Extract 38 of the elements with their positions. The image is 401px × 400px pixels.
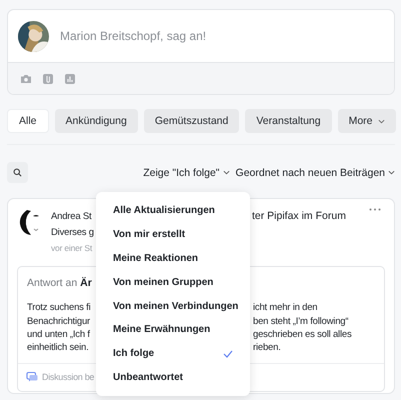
poll-icon[interactable] (64, 72, 76, 84)
filter-tab[interactable]: Alle (7, 109, 49, 133)
caret-icon (388, 170, 395, 175)
post-input-field[interactable]: Marion Breitschopf, sag an! (60, 29, 320, 43)
search-icon (13, 168, 22, 177)
sort-dropdown[interactable]: Geordnet nach neuen Beiträgen (236, 166, 395, 178)
menu-item[interactable]: Von mir erstellt (96, 222, 250, 247)
post-text: Benachrichtigur (27, 316, 90, 327)
filter-tab[interactable]: Veranstaltung (245, 109, 332, 133)
post-time: vor einer St (51, 243, 94, 253)
caret-icon (378, 118, 385, 124)
show-filter-dropdown[interactable]: Zeige "Ich folge" (143, 166, 230, 178)
menu-item[interactable]: Von meinen Verbindungen (96, 294, 250, 318)
post-text: und unten „Ich f (27, 328, 90, 340)
menu-item[interactable]: Ich folge (96, 342, 250, 366)
post-text: ben steht „I’m following“ (253, 316, 350, 327)
author-name: Andrea St (51, 210, 92, 222)
menu-item[interactable]: Von meinen Gruppen (96, 270, 250, 294)
menu-item[interactable]: Unbeantwortet (96, 366, 250, 390)
post-text: geschrieben es soll alles (253, 328, 353, 340)
post-text: einheitlich sein. (27, 342, 89, 354)
filter-tab[interactable]: Gemütszustand (144, 109, 240, 133)
menu-item[interactable]: Meine Erwähnungen (96, 318, 250, 342)
post-action-text: ter Pipifax im Forum (252, 210, 346, 222)
attachment-icon[interactable] (42, 72, 54, 84)
discussion-icon (26, 370, 38, 383)
menu-item[interactable]: Meine Reaktionen (96, 246, 250, 270)
group-name: Diverses g (51, 226, 95, 238)
filter-tab[interactable]: Ankündigung (54, 109, 138, 133)
post-text: rieben. (253, 342, 282, 354)
post-text: Trotz suchens fi (27, 302, 90, 314)
post-text: icht mehr in den (253, 302, 318, 314)
more-button[interactable]: More (338, 109, 396, 133)
menu-item[interactable]: Alle Aktualisierungen (96, 199, 250, 223)
reply-heading: Antwort an Är (27, 277, 93, 289)
search-button[interactable] (7, 162, 28, 183)
caret-icon (222, 170, 230, 175)
camera-icon[interactable] (20, 72, 32, 84)
